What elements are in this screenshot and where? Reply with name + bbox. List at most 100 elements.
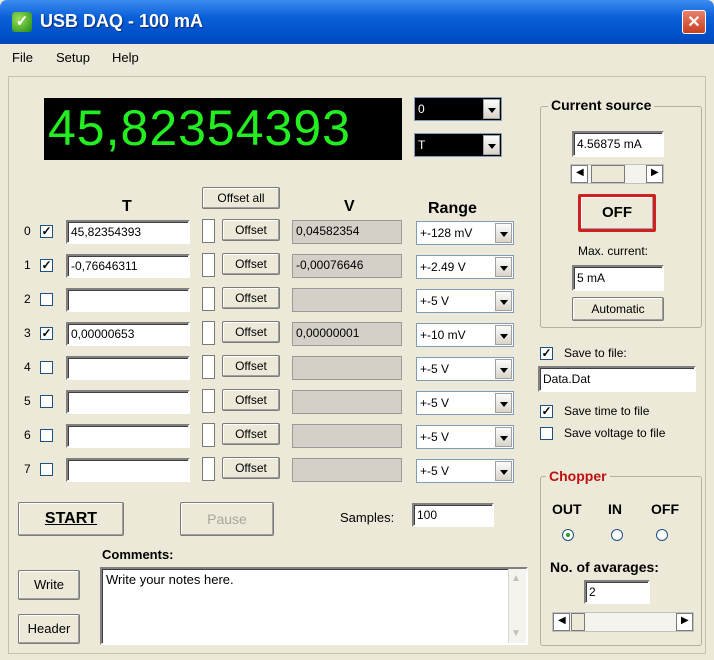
current-source-slider[interactable]: ◀ ▶ [570,164,664,184]
channel-offset-button[interactable]: Offset [222,423,280,445]
channel-offset-button[interactable]: Offset [222,321,280,343]
chevron-right-icon[interactable]: ▶ [676,613,693,631]
channel-t-value[interactable] [66,424,190,448]
filename-input[interactable]: Data.Dat [538,366,696,392]
chevron-down-icon[interactable] [483,99,500,119]
quantity-select-value: T [418,138,426,152]
channel-v-value [292,356,402,380]
channel-v-value: -0,00076646 [292,254,402,278]
channel-enable-checkbox[interactable] [40,225,53,238]
chevron-right-icon[interactable]: ▶ [646,165,663,183]
chevron-down-icon[interactable] [495,223,512,243]
header-button[interactable]: Header [18,614,80,644]
automatic-button[interactable]: Automatic [572,297,664,321]
channel-range-value: +-5 V [420,464,450,478]
channel-range-select[interactable]: +-128 mV [416,221,514,245]
chevron-down-icon[interactable]: ▼ [511,628,521,639]
current-source-value[interactable]: 4.56875 mA [572,131,664,157]
menu-setup[interactable]: Setup [56,50,90,65]
range-header: Range [428,200,477,217]
channel-number: 5 [24,394,31,408]
channel-offset-button[interactable]: Offset [222,253,280,275]
channel-select[interactable]: 0 [414,97,502,121]
quantity-select[interactable]: T [414,133,502,157]
channel-enable-checkbox[interactable] [40,429,53,442]
channel-enable-checkbox[interactable] [40,293,53,306]
slider-thumb[interactable] [591,165,625,183]
channel-range-value: +-128 mV [420,226,473,240]
offset-all-button[interactable]: Offset all [202,187,280,209]
save-to-file-label: Save to file: [564,346,627,360]
channel-indicator [202,219,215,243]
pause-button[interactable]: Pause [180,502,274,536]
channel-range-select[interactable]: +-5 V [416,391,514,415]
comments-scrollbar[interactable]: ▲ ▼ [508,569,526,643]
channel-number: 0 [24,224,31,238]
channel-indicator [202,355,215,379]
max-current-input[interactable]: 5 mA [572,265,664,291]
slider-thumb[interactable] [571,613,585,631]
channel-t-value[interactable] [66,458,190,482]
chopper-off-radio[interactable] [656,529,668,541]
channel-t-value[interactable]: 45,82354393 [66,220,190,244]
chevron-left-icon[interactable]: ◀ [553,613,570,631]
channel-range-select[interactable]: +-2.49 V [416,255,514,279]
chevron-down-icon[interactable] [483,135,500,155]
chevron-down-icon[interactable] [495,325,512,345]
channel-offset-button[interactable]: Offset [222,457,280,479]
channel-t-value[interactable] [66,288,190,312]
save-to-file-checkbox[interactable] [540,347,553,360]
chevron-up-icon[interactable]: ▲ [511,573,521,584]
write-button[interactable]: Write [18,570,80,600]
window-title: USB DAQ - 100 mA [40,11,204,31]
averages-input[interactable]: 2 [584,580,650,604]
channel-offset-button[interactable]: Offset [222,219,280,241]
channel-t-value[interactable]: 0,00000653 [66,322,190,346]
channel-v-value [292,288,402,312]
chevron-down-icon[interactable] [495,257,512,277]
current-source-title: Current source [548,97,655,113]
channel-enable-checkbox[interactable] [40,395,53,408]
channel-range-select[interactable]: +-10 mV [416,323,514,347]
comments-textarea[interactable]: Write your notes here. ▲ ▼ [100,567,528,645]
channel-range-select[interactable]: +-5 V [416,357,514,381]
channel-range-select[interactable]: +-5 V [416,289,514,313]
channel-enable-checkbox[interactable] [40,361,53,374]
samples-input[interactable]: 100 [412,503,494,527]
chopper-title: Chopper [546,468,610,484]
save-voltage-checkbox[interactable] [540,427,553,440]
start-button[interactable]: START [18,502,124,536]
off-button[interactable]: OFF [578,194,656,232]
channel-range-value: +-5 V [420,430,450,444]
close-button[interactable]: ✕ [682,10,706,34]
channel-enable-checkbox[interactable] [40,463,53,476]
averages-slider[interactable]: ◀ ▶ [552,612,694,632]
chevron-down-icon[interactable] [495,393,512,413]
channel-enable-checkbox[interactable] [40,327,53,340]
chevron-down-icon[interactable] [495,461,512,481]
chopper-out-radio[interactable] [562,529,574,541]
channel-offset-button[interactable]: Offset [222,389,280,411]
save-time-checkbox[interactable] [540,405,553,418]
menu-help[interactable]: Help [112,50,139,65]
channel-v-value: 0,00000001 [292,322,402,346]
channel-t-value[interactable]: -0,76646311 [66,254,190,278]
chopper-in-radio[interactable] [611,529,623,541]
channel-offset-button[interactable]: Offset [222,355,280,377]
chevron-down-icon[interactable] [495,359,512,379]
max-current-label: Max. current: [578,244,649,258]
channel-number: 6 [24,428,31,442]
chevron-down-icon[interactable] [495,291,512,311]
save-time-label: Save time to file [564,404,650,418]
menu-file[interactable]: File [12,50,33,65]
channel-offset-button[interactable]: Offset [222,287,280,309]
comments-label: Comments: [102,547,174,562]
samples-label: Samples: [340,510,395,525]
channel-range-select[interactable]: +-5 V [416,459,514,483]
chevron-down-icon[interactable] [495,427,512,447]
channel-enable-checkbox[interactable] [40,259,53,272]
channel-t-value[interactable] [66,356,190,380]
channel-range-select[interactable]: +-5 V [416,425,514,449]
channel-t-value[interactable] [66,390,190,414]
chevron-left-icon[interactable]: ◀ [571,165,588,183]
